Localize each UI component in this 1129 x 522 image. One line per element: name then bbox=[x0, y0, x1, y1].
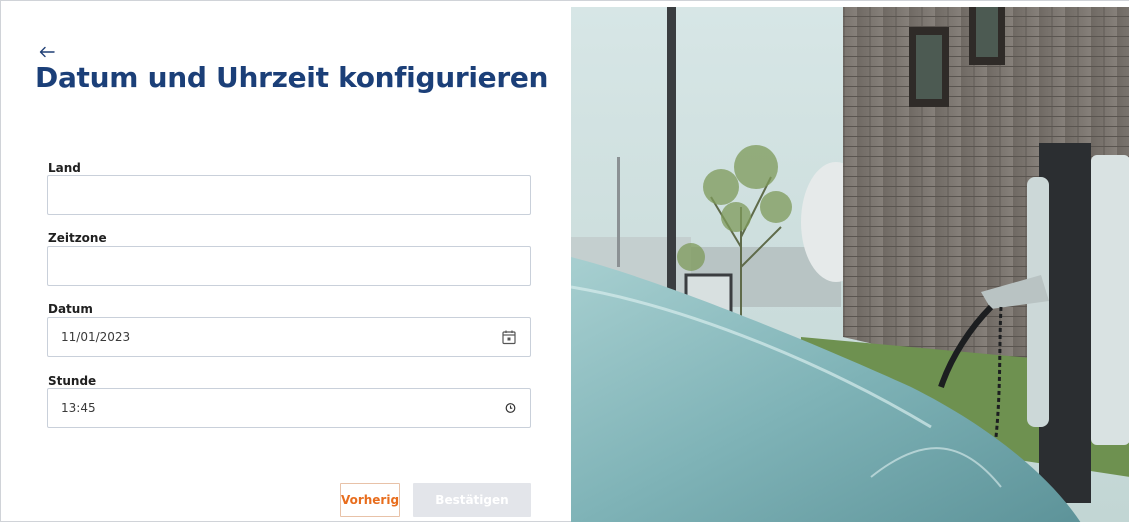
app-frame: Datum und Uhrzeit konfigurieren Land Zei… bbox=[0, 0, 1129, 522]
zeitzone-field[interactable] bbox=[47, 246, 531, 286]
page-title: Datum und Uhrzeit konfigurieren bbox=[35, 61, 549, 94]
confirm-button[interactable]: Bestätigen bbox=[413, 483, 531, 517]
datum-value: 11/01/2023 bbox=[61, 330, 131, 344]
datum-field[interactable]: 11/01/2023 bbox=[47, 317, 531, 357]
arrow-left-icon bbox=[39, 46, 55, 58]
stunde-label: Stunde bbox=[48, 374, 97, 388]
land-label: Land bbox=[48, 161, 81, 175]
previous-button[interactable]: Vorherig bbox=[340, 483, 400, 517]
stunde-field[interactable]: 13:45 bbox=[47, 388, 531, 428]
land-field[interactable] bbox=[47, 175, 531, 215]
clock-icon[interactable] bbox=[505, 403, 516, 414]
config-panel: Datum und Uhrzeit konfigurieren Land Zei… bbox=[1, 1, 571, 522]
calendar-icon[interactable] bbox=[502, 330, 516, 345]
stunde-value: 13:45 bbox=[61, 401, 96, 415]
datum-label: Datum bbox=[48, 302, 93, 316]
ev-charging-station-photo bbox=[571, 7, 1129, 522]
zeitzone-label: Zeitzone bbox=[48, 231, 107, 245]
